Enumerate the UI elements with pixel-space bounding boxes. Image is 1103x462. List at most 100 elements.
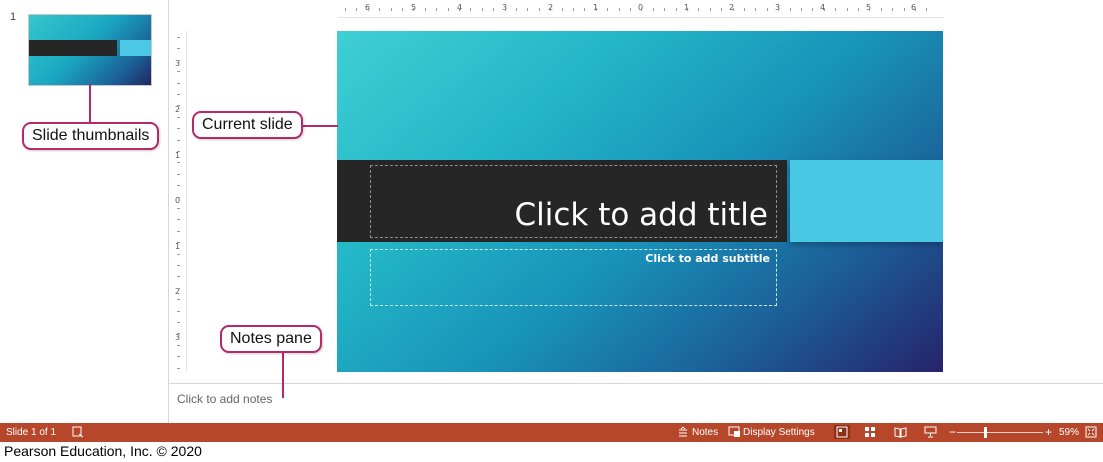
accessibility-icon[interactable] xyxy=(72,426,84,441)
notes-button[interactable]: Notes xyxy=(692,427,718,438)
ruler-minor-tick xyxy=(356,8,358,11)
subtitle-placeholder[interactable]: Click to add subtitle xyxy=(370,249,777,306)
zoom-slider-thumb[interactable] xyxy=(984,427,987,438)
ruler-minor-tick xyxy=(744,8,745,11)
ruler-minor-tick xyxy=(550,8,552,11)
ruler-minor-tick xyxy=(709,8,711,11)
ruler-minor-tick xyxy=(903,8,905,11)
fit-to-window-icon[interactable] xyxy=(1085,426,1097,441)
ruler-minor-tick xyxy=(595,8,597,11)
ruler-minor-tick xyxy=(177,151,180,152)
notes-icon[interactable] xyxy=(677,426,689,441)
ruler-minor-tick xyxy=(177,230,180,232)
ruler-minor-tick xyxy=(177,173,180,175)
ruler-minor-tick xyxy=(823,8,825,11)
slide-sorter-icon[interactable] xyxy=(864,426,876,441)
horizontal-ruler: 6 5 4 3 2 1 0 1 2 3 4 5 6 xyxy=(338,3,944,18)
thumbnail-accent-box xyxy=(120,40,151,56)
slide-count: Slide 1 of 1 xyxy=(6,427,57,438)
ruler-minor-tick xyxy=(766,8,768,11)
callout-slide-thumbnails: Slide thumbnails xyxy=(22,122,160,150)
ruler-minor-tick xyxy=(177,287,180,289)
slideshow-icon[interactable] xyxy=(924,426,937,441)
normal-view-icon[interactable] xyxy=(834,425,850,439)
ruler-minor-tick xyxy=(177,59,180,61)
callout-notes-pane: Notes pane xyxy=(220,325,322,353)
title-placeholder[interactable]: Click to add title xyxy=(370,165,777,238)
ruler-minor-tick xyxy=(755,8,757,11)
ruler-minor-tick xyxy=(675,8,677,11)
ruler-minor-tick xyxy=(504,8,506,11)
ruler-minor-tick xyxy=(858,8,859,11)
ruler-minor-tick xyxy=(177,71,180,73)
ruler-minor-tick xyxy=(607,8,609,11)
ruler-minor-tick xyxy=(177,356,180,358)
ruler-minor-tick xyxy=(177,37,180,38)
ruler-minor-tick xyxy=(177,48,180,50)
display-settings-icon[interactable] xyxy=(728,426,741,441)
zoom-level[interactable]: 59% xyxy=(1059,427,1079,438)
ruler-minor-tick xyxy=(177,139,180,141)
ruler-minor-tick xyxy=(177,299,180,301)
reading-view-icon[interactable] xyxy=(894,426,907,441)
ruler-minor-tick xyxy=(721,8,723,11)
ruler-minor-tick xyxy=(459,8,460,11)
ruler-minor-tick xyxy=(869,8,871,11)
ruler-minor-tick xyxy=(618,8,620,11)
ruler-minor-tick xyxy=(516,8,517,11)
ruler-minor-tick xyxy=(177,310,180,312)
ruler-minor-tick xyxy=(926,8,928,11)
ruler-minor-tick xyxy=(177,344,180,346)
ruler-minor-tick xyxy=(447,8,449,11)
thumbnail-title-band xyxy=(29,40,117,56)
zoom-out-button[interactable]: − xyxy=(949,425,956,439)
ruler-minor-tick xyxy=(892,8,894,11)
ruler-minor-tick xyxy=(538,8,540,11)
status-bar: Slide 1 of 1 Notes Display Settings − + … xyxy=(0,423,1103,442)
notes-pane[interactable]: Click to add notes xyxy=(169,383,1103,424)
ruler-minor-tick xyxy=(789,8,791,11)
ruler-minor-tick xyxy=(436,8,438,11)
slide-thumbnail-1[interactable] xyxy=(28,14,152,86)
zoom-slider[interactable] xyxy=(957,432,1043,433)
current-slide[interactable]: Click to add title Click to add subtitle xyxy=(337,31,943,372)
ruler-minor-tick xyxy=(424,8,426,11)
ruler-minor-tick xyxy=(493,8,495,11)
ruler-minor-tick xyxy=(177,105,180,107)
ruler-minor-tick xyxy=(177,128,180,130)
ruler-minor-tick xyxy=(641,8,643,11)
ruler-minor-tick xyxy=(177,322,180,323)
subtitle-placeholder-text: Click to add subtitle xyxy=(645,252,770,265)
ruler-minor-tick xyxy=(846,8,848,11)
display-settings-button[interactable]: Display Settings xyxy=(743,427,815,438)
zoom-in-button[interactable]: + xyxy=(1045,425,1052,439)
ruler-minor-tick xyxy=(561,8,563,11)
ruler-minor-tick xyxy=(390,8,392,11)
ruler-minor-tick xyxy=(732,8,734,11)
ruler-minor-tick xyxy=(812,8,814,11)
ruler-minor-tick xyxy=(413,8,415,11)
ruler-minor-tick xyxy=(470,8,472,11)
vertical-ruler: 3 2 1 0 1 2 3 xyxy=(172,31,187,371)
callout-current-slide: Current slide xyxy=(192,111,303,139)
ruler-minor-tick xyxy=(573,8,574,11)
ruler-minor-tick xyxy=(801,8,802,11)
ruler-minor-tick xyxy=(778,8,780,11)
ruler-minor-tick xyxy=(177,208,180,209)
slide-number: 1 xyxy=(10,11,17,23)
ruler-minor-tick xyxy=(880,8,882,11)
ruler-minor-tick xyxy=(687,8,688,11)
ruler-minor-tick xyxy=(652,8,654,11)
ruler-minor-tick xyxy=(584,8,586,11)
ruler-minor-tick xyxy=(177,219,180,221)
ruler-minor-tick xyxy=(177,185,180,187)
ruler-minor-tick xyxy=(379,8,381,11)
ruler-minor-tick xyxy=(915,8,916,11)
ruler-tick: 1 xyxy=(175,151,181,160)
callout-leader-notes-pane xyxy=(282,352,284,398)
ruler-minor-tick xyxy=(177,265,180,266)
copyright-credit: Pearson Education, Inc. © 2020 xyxy=(4,443,202,459)
ruler-minor-tick xyxy=(481,8,483,11)
ruler-minor-tick xyxy=(177,242,180,244)
ruler-minor-tick xyxy=(698,8,700,11)
